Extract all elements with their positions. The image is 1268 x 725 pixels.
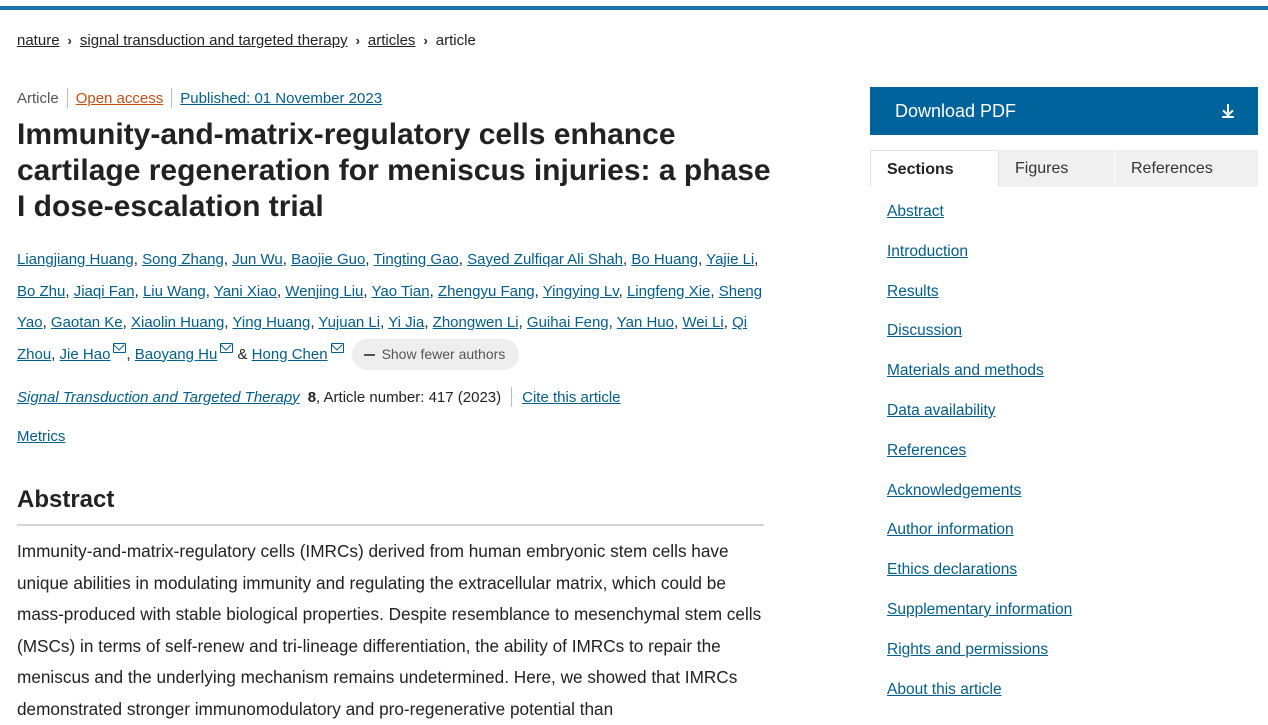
mail-icon[interactable]	[220, 342, 234, 353]
open-access-link[interactable]: Open access	[76, 90, 164, 107]
author-link[interactable]: Baoyang Hu	[135, 346, 218, 363]
section-divider	[17, 524, 764, 526]
section-link-supplementary[interactable]: Supplementary information	[887, 601, 1072, 618]
author-link[interactable]: Xiaolin Huang	[131, 314, 224, 331]
sections-list: Abstract Introduction Results Discussion…	[887, 203, 1072, 720]
author-link[interactable]: Wei Li	[682, 314, 723, 331]
section-link-rights[interactable]: Rights and permissions	[887, 641, 1048, 658]
chevron-right-icon: ›	[67, 33, 72, 48]
section-link-references[interactable]: References	[887, 442, 966, 459]
sidebar-tabs: Sections Figures References	[870, 150, 1258, 187]
author-link[interactable]: Tingting Gao	[373, 251, 458, 268]
section-link-author-information[interactable]: Author information	[887, 521, 1014, 538]
tab-figures[interactable]: Figures	[999, 150, 1115, 187]
tab-references[interactable]: References	[1115, 150, 1258, 187]
author-link[interactable]: Guihai Feng	[527, 314, 609, 331]
author-link[interactable]: Jiaqi Fan	[74, 283, 135, 300]
divider	[66, 88, 68, 108]
chevron-right-icon: ›	[423, 33, 428, 48]
divider	[171, 88, 173, 108]
download-icon	[1222, 104, 1234, 118]
chevron-right-icon: ›	[355, 33, 360, 48]
cite-this-article-link[interactable]: Cite this article	[522, 389, 620, 406]
abstract-text: Immunity-and-matrix-regulatory cells (IM…	[17, 541, 762, 719]
author-link[interactable]: Liu Wang	[143, 283, 206, 300]
author-link[interactable]: Zhengyu Fang	[438, 283, 535, 300]
article-number: , Article number: 417 (2023)	[316, 388, 502, 406]
divider	[511, 387, 513, 407]
author-link[interactable]: Song Zhang	[142, 251, 224, 268]
mail-icon[interactable]	[330, 342, 344, 353]
minus-icon	[363, 353, 375, 356]
list-item: Discussion	[887, 322, 1072, 362]
tab-sections[interactable]: Sections	[870, 150, 999, 187]
list-item: Author information	[887, 521, 1072, 561]
list-item: Acknowledgements	[887, 482, 1072, 522]
ampersand: &	[237, 345, 248, 363]
author-link[interactable]: Ying Huang	[232, 314, 310, 331]
list-item: Materials and methods	[887, 362, 1072, 402]
author-link[interactable]: Baojie Guo	[291, 251, 365, 268]
breadcrumb-articles[interactable]: articles	[368, 32, 416, 49]
list-item: Supplementary information	[887, 601, 1072, 641]
article-meta: Article Open access Published: 01 Novemb…	[17, 88, 382, 108]
author-link[interactable]: Yani Xiao	[214, 283, 277, 300]
author-link[interactable]: Zhongwen Li	[433, 314, 519, 331]
breadcrumb: nature › signal transduction and targeted …	[17, 32, 476, 49]
section-link-acknowledgements[interactable]: Acknowledgements	[887, 482, 1021, 499]
author-link[interactable]: Yingying Lv	[543, 283, 619, 300]
author-list: Liangjiang Huang, Song Zhang, Jun Wu, Ba…	[17, 244, 777, 371]
author-link[interactable]: Sayed Zulfiqar Ali Shah	[467, 251, 623, 268]
section-link-ethics[interactable]: Ethics declarations	[887, 561, 1017, 578]
author-link[interactable]: Bo Zhu	[17, 283, 65, 300]
section-link-abstract[interactable]: Abstract	[887, 203, 944, 220]
author-link[interactable]: Jie Hao	[60, 346, 111, 363]
list-item: Introduction	[887, 243, 1072, 283]
section-link-data-availability[interactable]: Data availability	[887, 402, 996, 419]
breadcrumb-journal[interactable]: signal transduction and targeted therapy	[80, 32, 348, 49]
breadcrumb-current: article	[435, 32, 476, 49]
list-item: Data availability	[887, 402, 1072, 442]
list-item: Abstract	[887, 203, 1072, 243]
show-fewer-authors-button[interactable]: Show fewer authors	[351, 339, 520, 371]
published-date-link[interactable]: Published: 01 November 2023	[180, 90, 382, 107]
section-link-introduction[interactable]: Introduction	[887, 243, 968, 260]
abstract-heading: Abstract	[17, 486, 115, 513]
journal-link[interactable]: Signal Transduction and Targeted Therapy	[17, 389, 300, 406]
article-title: Immunity-and-matrix-regulatory cells enh…	[17, 118, 771, 223]
author-link[interactable]: Jun Wu	[232, 251, 283, 268]
author-link[interactable]: Yao Tian	[371, 283, 429, 300]
volume: 8	[307, 388, 317, 406]
section-link-discussion[interactable]: Discussion	[887, 322, 962, 339]
mail-icon[interactable]	[113, 342, 127, 353]
show-fewer-label: Show fewer authors	[381, 346, 506, 363]
author-link[interactable]: Lingfeng Xie	[627, 283, 710, 300]
citation-line: Signal Transduction and Targeted Therapy…	[17, 387, 621, 407]
author-link[interactable]: Yajie Li	[706, 251, 754, 268]
author-link[interactable]: Yan Huo	[617, 314, 674, 331]
download-pdf-button[interactable]: Download PDF	[870, 87, 1258, 135]
download-pdf-label: Download PDF	[895, 100, 1017, 121]
list-item: Results	[887, 283, 1072, 323]
list-item: References	[887, 442, 1072, 482]
top-accent-bar	[0, 0, 1268, 10]
section-link-results[interactable]: Results	[887, 283, 939, 300]
author-link[interactable]: Yujuan Li	[318, 314, 380, 331]
list-item: Ethics declarations	[887, 561, 1072, 601]
author-link[interactable]: Gaotan Ke	[51, 314, 123, 331]
breadcrumb-nature[interactable]: nature	[17, 32, 60, 49]
list-item: About this article	[887, 681, 1072, 721]
author-link[interactable]: Bo Huang	[631, 251, 698, 268]
section-link-materials-methods[interactable]: Materials and methods	[887, 362, 1044, 379]
list-item: Rights and permissions	[887, 641, 1072, 681]
metrics-link[interactable]: Metrics	[17, 428, 65, 445]
author-link[interactable]: Wenjing Liu	[285, 283, 363, 300]
author-link[interactable]: Hong Chen	[252, 346, 328, 363]
section-link-about[interactable]: About this article	[887, 681, 1002, 698]
author-link[interactable]: Liangjiang Huang	[17, 251, 134, 268]
article-type: Article	[17, 89, 59, 107]
author-link[interactable]: Yi Jia	[388, 314, 424, 331]
